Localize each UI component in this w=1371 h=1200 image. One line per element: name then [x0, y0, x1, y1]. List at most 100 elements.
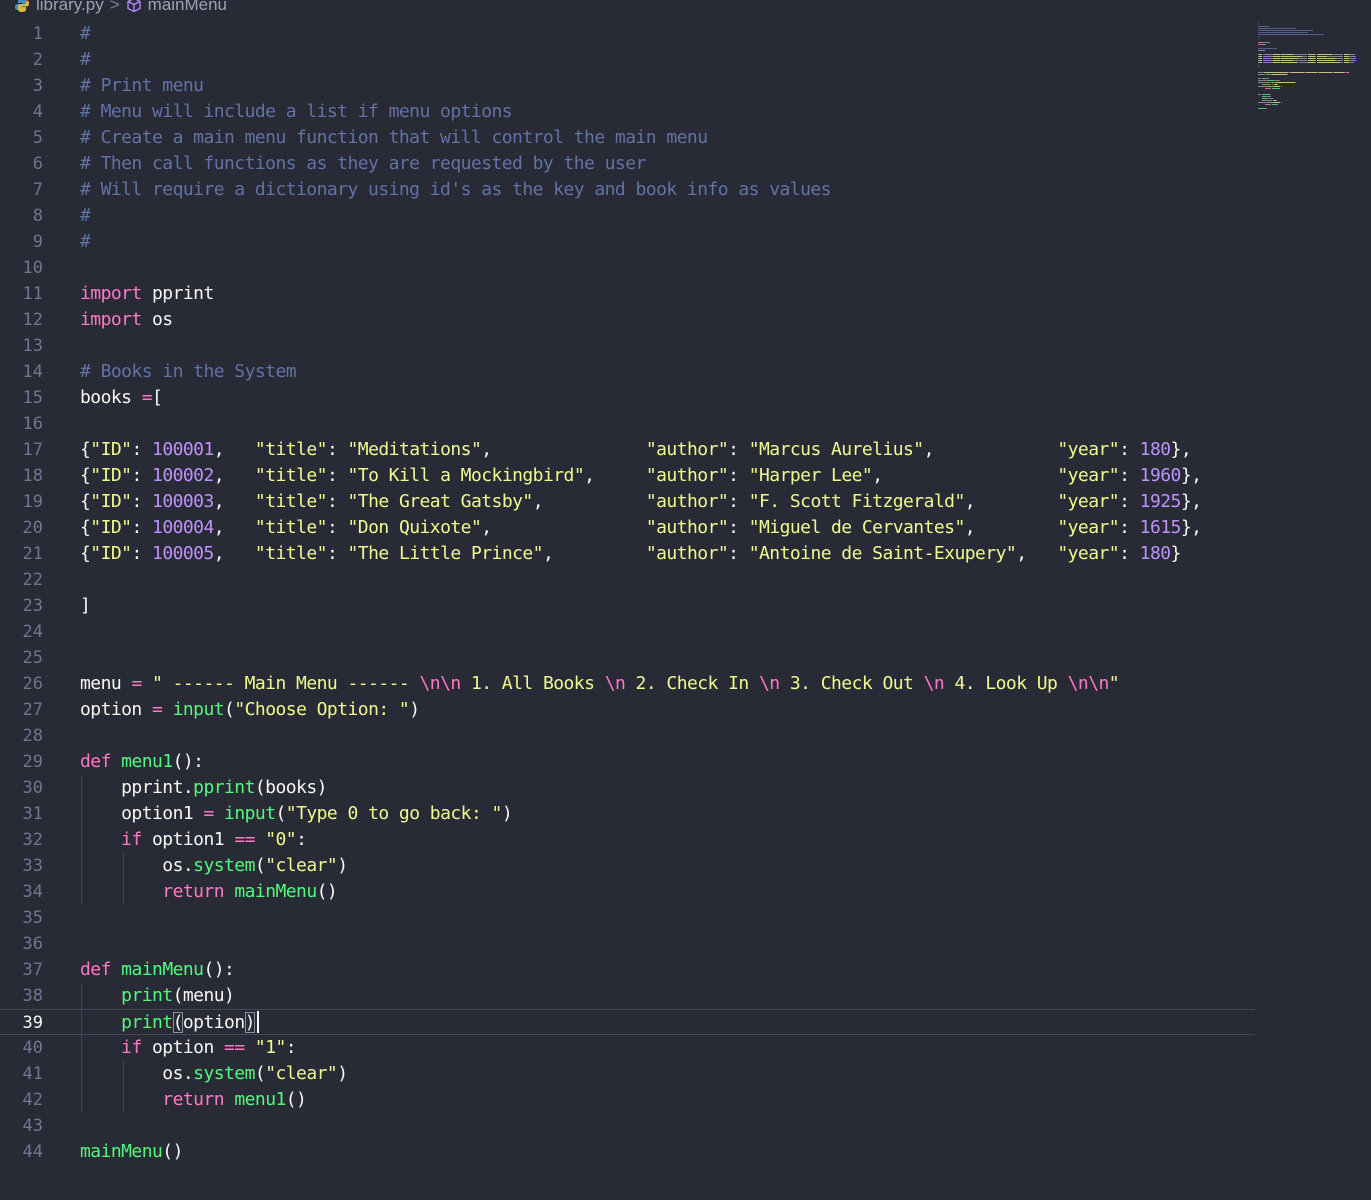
code-line[interactable]: 38 print(menu) — [0, 983, 1255, 1009]
code-line[interactable]: 35 — [0, 905, 1255, 931]
code-text[interactable]: # Menu will include a list if menu optio… — [80, 99, 513, 125]
code-text[interactable]: # — [80, 203, 91, 229]
code-token: menu1 — [234, 1089, 286, 1110]
code-line[interactable]: 12 import os — [0, 307, 1255, 333]
code-editor[interactable]: 1 #2 #3 # Print menu 4 # Menu will include a … — [0, 20, 1255, 1200]
code-text[interactable]: # Print menu — [80, 73, 204, 99]
code-text[interactable]: import os — [80, 307, 173, 333]
code-line[interactable]: 32 if option1 == "0": — [0, 827, 1255, 853]
code-line[interactable]: 8 # — [0, 203, 1255, 229]
code-token: "year" — [1057, 465, 1120, 486]
code-line[interactable]: 22 — [0, 567, 1255, 593]
breadcrumb-file[interactable]: library.py — [36, 0, 104, 15]
code-text[interactable]: # Books in the System — [80, 359, 297, 385]
code-text[interactable]: {"ID": 100005, "title": "The Little Prin… — [80, 541, 1181, 567]
minimap-mark — [1264, 72, 1288, 73]
code-line[interactable]: 1 # — [0, 21, 1255, 47]
code-text[interactable]: if option1 == "0": — [80, 827, 307, 853]
code-text[interactable]: ] — [80, 593, 91, 619]
code-token: : — [285, 1037, 297, 1058]
code-token: mainMenu — [121, 959, 204, 980]
code-token: pprint — [193, 777, 255, 798]
code-line[interactable]: 27 option = input("Choose Option: ") — [0, 697, 1255, 723]
code-line[interactable]: 21 {"ID": 100005, "title": "The Little Pr… — [0, 541, 1255, 567]
code-line[interactable]: 10 — [0, 255, 1255, 281]
code-line[interactable]: 36 — [0, 931, 1255, 957]
code-text[interactable]: {"ID": 100003, "title": "The Great Gatsb… — [80, 489, 1202, 515]
code-token: "ID" — [90, 517, 132, 538]
code-line[interactable]: 40 if option == "1": — [0, 1035, 1255, 1061]
code-line[interactable]: 37 def mainMenu(): — [0, 957, 1255, 983]
code-line[interactable]: 43 — [0, 1113, 1255, 1139]
code-text[interactable]: def mainMenu(): — [80, 957, 235, 983]
code-text[interactable]: if option == "1": — [80, 1035, 296, 1061]
breadcrumb-symbol[interactable]: mainMenu — [148, 0, 227, 15]
code-line[interactable]: 7 # Will require a dictionary using id's … — [0, 177, 1255, 203]
code-text[interactable]: print(menu) — [80, 983, 235, 1009]
code-text[interactable]: def menu1(): — [80, 749, 204, 775]
code-text[interactable]: option = input("Choose Option: ") — [80, 697, 420, 723]
code-line[interactable]: 34 return mainMenu() — [0, 879, 1255, 905]
code-text[interactable]: # Will require a dictionary using id's a… — [80, 177, 832, 203]
minimap[interactable] — [1258, 22, 1370, 122]
code-line[interactable]: 39 print(option) — [0, 1009, 1255, 1035]
code-text[interactable]: option1 = input("Type 0 to go back: ") — [80, 801, 513, 827]
code-text[interactable]: # — [80, 21, 91, 47]
code-text[interactable]: {"ID": 100001, "title": "Meditations", "… — [80, 437, 1192, 463]
code-line[interactable]: 31 option1 = input("Type 0 to go back: "… — [0, 801, 1255, 827]
code-text[interactable]: import pprint — [80, 281, 214, 307]
code-text[interactable]: menu = " ------ Main Menu ------ \n\n 1.… — [80, 671, 1120, 697]
code-text[interactable]: return mainMenu() — [80, 879, 337, 905]
code-text[interactable]: os.system("clear") — [80, 1061, 348, 1087]
code-text[interactable]: os.system("clear") — [80, 853, 348, 879]
code-text[interactable]: pprint.pprint(books) — [80, 775, 327, 801]
code-text[interactable]: # — [80, 229, 91, 255]
code-line[interactable]: 3 # Print menu — [0, 73, 1255, 99]
minimap-mark — [1261, 94, 1269, 95]
code-text[interactable]: {"ID": 100004, "title": "Don Quixote", "… — [80, 515, 1202, 541]
code-line[interactable]: 42 return menu1() — [0, 1087, 1255, 1113]
code-line[interactable]: 13 — [0, 333, 1255, 359]
code-token: () — [285, 1089, 307, 1110]
code-line[interactable]: 24 — [0, 619, 1255, 645]
code-line[interactable]: 15 books =[ — [0, 385, 1255, 411]
code-line[interactable]: 4 # Menu will include a list if menu opti… — [0, 99, 1255, 125]
code-token: 1960 — [1139, 465, 1182, 486]
code-line[interactable]: 14 # Books in the System — [0, 359, 1255, 385]
code-line[interactable]: 18 {"ID": 100002, "title": "To Kill a Moc… — [0, 463, 1255, 489]
code-line[interactable]: 29 def menu1(): — [0, 749, 1255, 775]
code-line[interactable]: 6 # Then call functions as they are reque… — [0, 151, 1255, 177]
code-token: "title" — [254, 491, 328, 512]
code-line[interactable]: 2 # — [0, 47, 1255, 73]
code-token: os — [141, 309, 173, 330]
code-line[interactable]: 23] — [0, 593, 1255, 619]
code-text[interactable]: books =[ — [80, 385, 163, 411]
code-line[interactable]: 30 pprint.pprint(books) — [0, 775, 1255, 801]
code-line[interactable]: 28 — [0, 723, 1255, 749]
code-line[interactable]: 9 # — [0, 229, 1255, 255]
code-line[interactable]: 44 mainMenu() — [0, 1139, 1255, 1165]
code-line[interactable]: 19 {"ID": 100003, "title": "The Great Gat… — [0, 489, 1255, 515]
code-text[interactable]: # — [80, 47, 91, 73]
code-line[interactable]: 25 — [0, 645, 1255, 671]
code-line[interactable]: 17 {"ID": 100001, "title": "Meditations",… — [0, 437, 1255, 463]
code-line[interactable]: 20 {"ID": 100004, "title": "Don Quixote",… — [0, 515, 1255, 541]
code-line[interactable]: 33 os.system("clear") — [0, 853, 1255, 879]
code-text[interactable]: # Create a main menu function that will … — [80, 125, 708, 151]
code-line[interactable]: 16 — [0, 411, 1255, 437]
code-token: # Books in the System — [80, 361, 297, 382]
code-line[interactable]: 41 os.system("clear") — [0, 1061, 1255, 1087]
code-line[interactable]: 26 menu = " ------ Main Menu ------ \n\n … — [0, 671, 1255, 697]
code-line[interactable]: 5 # Create a main menu function that will… — [0, 125, 1255, 151]
code-text[interactable]: return menu1() — [80, 1087, 307, 1113]
code-text[interactable]: {"ID": 100002, "title": "To Kill a Mocki… — [80, 463, 1202, 489]
code-token: { — [80, 543, 91, 564]
line-number: 30 — [22, 778, 43, 798]
code-token: option — [141, 1037, 225, 1058]
code-token: : — [326, 491, 348, 512]
code-text[interactable]: print(option) — [80, 1010, 255, 1036]
code-text[interactable]: mainMenu() — [80, 1139, 183, 1165]
code-text[interactable]: # Then call functions as they are reques… — [80, 151, 646, 177]
code-token: return — [162, 1089, 225, 1110]
code-line[interactable]: 11 import pprint — [0, 281, 1255, 307]
